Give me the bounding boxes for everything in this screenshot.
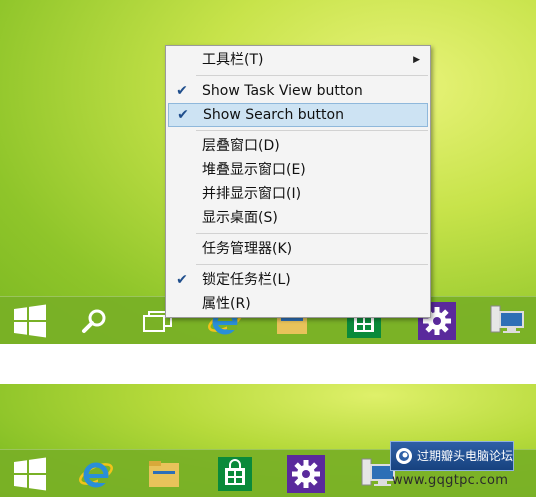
menu-item-label: 显示桌面(S): [202, 210, 278, 226]
menu-item-label: 堆叠显示窗口(E): [202, 162, 306, 178]
checkmark-icon: ✔: [177, 107, 189, 123]
watermark-url: www.gqgtpc.com: [392, 473, 509, 488]
watermark-badge: 过期瓣头电脑论坛: [390, 441, 514, 471]
menu-separator: [196, 233, 428, 234]
file-explorer-icon[interactable]: [144, 450, 184, 497]
menu-item-lock-taskbar[interactable]: ✔ 锁定任务栏(L): [166, 268, 430, 292]
checkmark-icon: ✔: [176, 83, 188, 99]
watermark-logo-icon: [396, 448, 412, 464]
watermark-title: 过期瓣头电脑论坛: [417, 449, 514, 463]
menu-item-cascade[interactable]: 层叠窗口(D): [166, 134, 430, 158]
menu-item-show-search[interactable]: ✔ Show Search button: [168, 103, 428, 127]
menu-item-label: 锁定任务栏(L): [202, 272, 291, 288]
menu-separator: [196, 75, 428, 76]
menu-item-properties[interactable]: 属性(R): [166, 292, 430, 316]
menu-item-label: 任务管理器(K): [202, 241, 293, 257]
menu-item-label: 工具栏(T): [202, 52, 264, 68]
menu-item-label: Show Search button: [203, 107, 344, 123]
menu-item-label: 并排显示窗口(I): [202, 186, 302, 202]
menu-item-toolbars[interactable]: 工具栏(T) ▶: [166, 48, 430, 72]
network-computer-icon[interactable]: [486, 297, 526, 344]
checkmark-icon: ✔: [176, 272, 188, 288]
menu-separator: [196, 130, 428, 131]
menu-item-label: Show Task View button: [202, 83, 363, 99]
menu-item-show-desktop[interactable]: 显示桌面(S): [166, 206, 430, 230]
menu-item-label: 属性(R): [202, 296, 251, 312]
menu-item-side-by-side[interactable]: 并排显示窗口(I): [166, 182, 430, 206]
menu-item-show-task-view[interactable]: ✔ Show Task View button: [166, 79, 430, 103]
search-icon[interactable]: [74, 297, 114, 344]
submenu-arrow-icon: ▶: [413, 55, 420, 65]
menu-item-task-manager[interactable]: 任务管理器(K): [166, 237, 430, 261]
windows-start-icon[interactable]: [10, 297, 50, 344]
menu-separator: [196, 264, 428, 265]
site-watermark: 过期瓣头电脑论坛 www.gqgtpc.com: [390, 441, 514, 493]
menu-item-label: 层叠窗口(D): [202, 138, 280, 154]
internet-explorer-icon[interactable]: [76, 450, 116, 497]
taskbar-context-menu: 工具栏(T) ▶ ✔ Show Task View button ✔ Show …: [165, 45, 431, 318]
store-icon[interactable]: [215, 450, 255, 497]
settings-gear-icon[interactable]: [286, 450, 326, 497]
windows-start-icon[interactable]: [10, 450, 50, 497]
menu-item-stacked[interactable]: 堆叠显示窗口(E): [166, 158, 430, 182]
